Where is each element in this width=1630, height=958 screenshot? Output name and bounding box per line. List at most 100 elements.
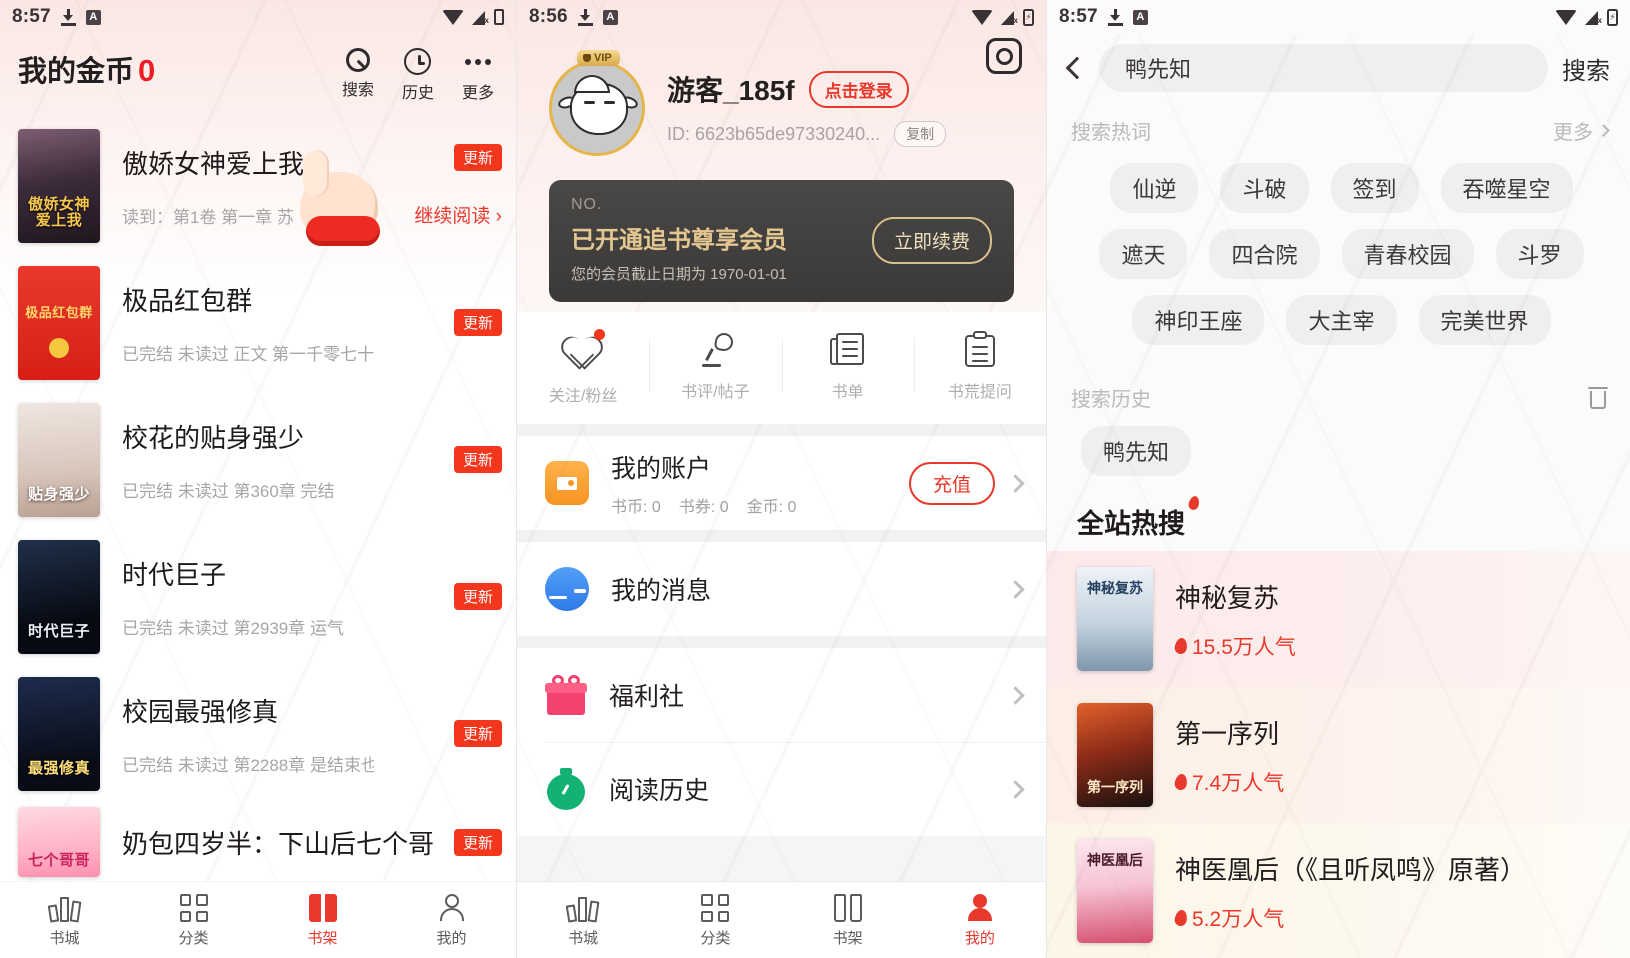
book-title: 奶包四岁半：下山后七个哥哥团	[122, 828, 434, 859]
book-title: 校花的贴身强少	[122, 422, 305, 453]
hot-word-tag[interactable]: 四合院	[1209, 229, 1320, 279]
bookshelf-icon	[308, 892, 337, 922]
hot-word-tag[interactable]: 神印王座	[1132, 295, 1265, 345]
nav-bookshelf[interactable]: 书架	[782, 882, 914, 958]
update-badge: 更新	[453, 583, 502, 610]
wallet-icon	[545, 461, 589, 505]
login-button[interactable]: 点击登录	[808, 70, 909, 108]
bookshelf-icon	[833, 892, 862, 922]
book-progress: 已完结 未读过 第2939章 运气	[122, 618, 344, 638]
nav-bookstore[interactable]: 书城	[0, 882, 129, 958]
panel-search: 8:57 A x 鸭先知 搜索 搜索热词 更多 仙逆 斗破	[1046, 0, 1630, 958]
vip-card-expiry: 您的会员截止日期为 1970-01-01	[571, 266, 787, 283]
back-chevron-icon[interactable]	[1065, 56, 1089, 80]
hot-word-tag[interactable]: 遮天	[1099, 229, 1188, 279]
quick-book-request[interactable]: 书荒提问	[913, 331, 1046, 406]
quick-booklist[interactable]: 书单	[781, 332, 914, 406]
search-history-item[interactable]: 鸭先知	[1081, 426, 1192, 476]
hot-word-tag[interactable]: 大主宰	[1286, 295, 1397, 345]
hot-search-row[interactable]: 神秘复苏 神秘复苏 15.5万人气	[1047, 551, 1630, 687]
hot-word-tag[interactable]: 仙逆	[1110, 163, 1199, 213]
renew-button[interactable]: 立即续费	[871, 216, 992, 264]
my-coins-label: 我的金币	[18, 56, 135, 88]
book-row[interactable]: 最强修真 校园最强修真 已完结 未读过 第2288章 是结束也是新的开始-...…	[0, 665, 516, 802]
recharge-button[interactable]: 充值	[908, 461, 995, 505]
status-time: 8:57	[12, 6, 51, 27]
book-row[interactable]: 傲娇女神 爱上我 傲娇女神爱上我 读到：第1卷 第一章 苏 更新 继续阅读 ›	[0, 117, 516, 254]
book-row[interactable]: 贴身强少 校花的贴身强少 已完结 未读过 第360章 完结 更新	[0, 391, 516, 528]
book-cover: 贴身强少	[18, 402, 100, 517]
nav-label: 我的	[436, 930, 467, 947]
vip-membership-card[interactable]: NO. 已开通追书尊享会员 您的会员截止日期为 1970-01-01 立即续费	[549, 180, 1014, 302]
quick-actions-row: 关注/粉丝 书评/帖子 书单 书荒提问	[517, 312, 1046, 424]
hot-word-tag[interactable]: 青春校园	[1341, 229, 1474, 279]
flame-icon	[1187, 494, 1201, 512]
sheep-avatar-icon	[552, 63, 642, 153]
heart-icon	[563, 329, 606, 372]
continue-reading-button[interactable]: 继续阅读 ›	[414, 201, 502, 228]
book-progress: 已完结 未读过 第2288章 是结束也是新的开始-...	[122, 755, 374, 775]
book-row[interactable]: 七个哥哥 奶包四岁半：下山后七个哥哥团 更新	[0, 802, 516, 882]
divider	[517, 636, 1046, 648]
trash-icon[interactable]	[1588, 386, 1608, 409]
nav-mine[interactable]: 我的	[914, 882, 1046, 958]
book-title: 时代巨子	[122, 559, 227, 590]
hot-word-tag[interactable]: 完美世界	[1418, 295, 1551, 345]
book-cover: 第一序列	[1077, 703, 1153, 807]
nav-category[interactable]: 分类	[649, 882, 781, 958]
hot-words-more-button[interactable]: 更多	[1553, 116, 1610, 145]
nav-bookshelf[interactable]: 书架	[258, 882, 387, 958]
balance-voucher: 书券: 0	[678, 499, 729, 516]
hot-word-tag[interactable]: 斗破	[1220, 163, 1309, 213]
update-badge: 更新	[453, 446, 502, 473]
chevron-right-icon	[1006, 473, 1025, 493]
menu-group-more: 福利社 阅读历史	[517, 648, 1046, 836]
search-button[interactable]: 搜索	[342, 48, 374, 103]
search-input[interactable]: 鸭先知	[1099, 44, 1548, 92]
menu-group-messages: 我的消息	[517, 542, 1046, 636]
copy-id-button[interactable]: 复制	[894, 121, 947, 147]
history-button[interactable]: 历史	[402, 48, 434, 103]
battery-icon	[1607, 8, 1618, 26]
flame-icon	[1173, 636, 1189, 655]
person-icon	[438, 892, 466, 922]
quick-label: 书评/帖子	[681, 384, 750, 401]
flame-icon	[1173, 772, 1189, 791]
book-row[interactable]: 极品红包群 极品红包群 已完结 未读过 正文 第一千零七十五章 大结局 下 更新	[0, 254, 516, 391]
menu-title: 阅读历史	[609, 777, 710, 805]
menu-my-account[interactable]: 我的账户 书币: 0 书券: 0 金币: 0 充值	[517, 436, 1046, 530]
quick-reviews-posts[interactable]: 书评/帖子	[649, 331, 781, 406]
hot-word-tag[interactable]: 斗罗	[1495, 229, 1584, 279]
nav-label: 书架	[832, 930, 863, 947]
avatar[interactable]: VIP	[549, 50, 645, 156]
search-submit-button[interactable]: 搜索	[1562, 51, 1610, 86]
more-button[interactable]: 更多	[462, 48, 494, 103]
signal-icon: x	[471, 10, 489, 25]
quick-follow-fans[interactable]: 关注/粉丝	[517, 329, 649, 406]
chevron-right-icon	[1006, 579, 1025, 599]
hot-search-title: 全站热搜	[1047, 476, 1201, 551]
three-phone-screenshots: 8:57 A x 我的金币 0 搜索 历史 更多 傲娇女神 爱上我 傲娇女神爱上…	[0, 0, 1630, 958]
hot-search-row[interactable]: 神医凰后 神医凰后（《且听凤鸣》原著） 5.2万人气	[1047, 823, 1630, 958]
hot-words-header: 搜索热词 更多	[1047, 108, 1630, 145]
book-cover: 神秘复苏	[1077, 567, 1153, 671]
hot-search-row[interactable]: 第一序列 第一序列 7.4万人气	[1047, 687, 1630, 823]
book-row[interactable]: 时代巨子 时代巨子 已完结 未读过 第2939章 运气 更新	[0, 528, 516, 665]
balance-bookcoin: 书币: 0	[611, 499, 661, 516]
store-icon	[565, 892, 600, 923]
hot-word-tag[interactable]: 吞噬星空	[1440, 163, 1573, 213]
popularity: 15.5万人气	[1173, 631, 1606, 661]
menu-reading-history[interactable]: 阅读历史	[517, 742, 1046, 836]
cover-title: 第一序列	[1087, 779, 1143, 796]
menu-my-messages[interactable]: 我的消息	[517, 542, 1046, 636]
status-bar-1: 8:57 A x	[0, 0, 516, 34]
my-coins[interactable]: 我的金币 0	[18, 48, 155, 90]
download-icon	[577, 8, 593, 26]
menu-welfare[interactable]: 福利社	[517, 648, 1046, 742]
nav-mine[interactable]: 我的	[387, 882, 516, 958]
history-icon	[545, 768, 587, 810]
nav-bookstore[interactable]: 书城	[517, 882, 649, 958]
book-cover: 傲娇女神 爱上我	[18, 128, 100, 243]
nav-category[interactable]: 分类	[129, 882, 258, 958]
hot-word-tag[interactable]: 签到	[1330, 163, 1419, 213]
